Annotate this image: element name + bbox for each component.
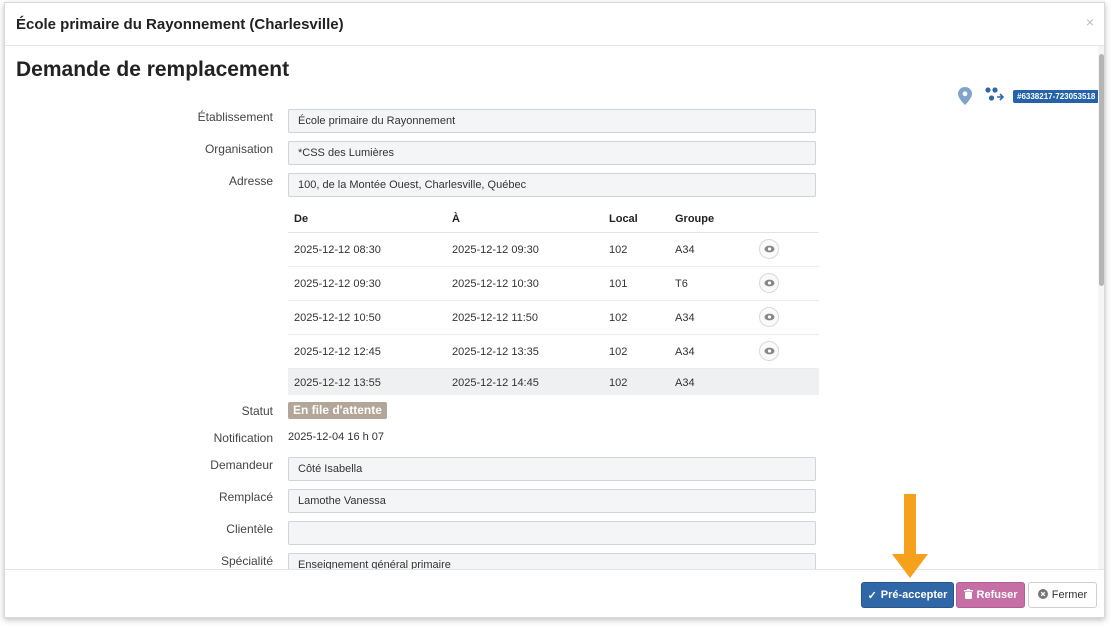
col-header-groupe: Groupe <box>675 213 715 225</box>
cell-local: 102 <box>609 346 628 358</box>
modal-header: École primaire du Rayonnement (Charlesvi… <box>5 3 1104 46</box>
cell-a: 2025-12-12 14:45 <box>452 377 539 389</box>
refuse-label: Refuser <box>976 589 1018 601</box>
specialite-field[interactable]: Enseignement général primaire <box>288 553 816 569</box>
cell-local: 102 <box>609 244 628 256</box>
cell-groupe: T6 <box>675 278 688 290</box>
pin-icon[interactable] <box>958 87 972 105</box>
table-row: 2025-12-12 09:30 2025-12-12 10:30 101 T6 <box>288 267 819 301</box>
notification-label: Notification <box>213 431 273 445</box>
cell-a: 2025-12-12 13:35 <box>452 346 539 358</box>
cell-a: 2025-12-12 11:50 <box>452 312 539 324</box>
adresse-label: Adresse <box>228 174 273 188</box>
close-circle-icon <box>1037 588 1048 602</box>
pre-accept-label: Pré-accepter <box>880 589 948 601</box>
etablissement-label: Établissement <box>197 110 273 124</box>
col-header-a: À <box>452 213 460 225</box>
cell-de: 2025-12-12 09:30 <box>294 278 381 290</box>
scrollbar-thumb[interactable] <box>1099 54 1104 286</box>
cell-a: 2025-12-12 09:30 <box>452 244 539 256</box>
eye-icon[interactable] <box>759 239 779 259</box>
close-button[interactable]: Fermer <box>1028 582 1097 608</box>
remplace-label: Remplacé <box>218 490 273 504</box>
cell-groupe: A34 <box>675 346 695 358</box>
cell-de: 2025-12-12 12:45 <box>294 346 381 358</box>
clientele-label: Clientèle <box>226 522 273 536</box>
eye-icon[interactable] <box>759 341 779 361</box>
col-header-de: De <box>294 213 309 225</box>
table-row: 2025-12-12 12:45 2025-12-12 13:35 102 A3… <box>288 335 819 369</box>
modal-body[interactable]: Demande de remplacement #6338217-7230535… <box>5 46 1104 569</box>
cell-groupe: A34 <box>675 244 695 256</box>
cell-groupe: A34 <box>675 377 695 389</box>
close-icon[interactable]: × <box>1086 14 1094 30</box>
remplace-field[interactable]: Lamothe Vanessa <box>288 489 816 513</box>
cell-de: 2025-12-12 10:50 <box>294 312 381 324</box>
cell-local: 102 <box>609 377 628 389</box>
col-header-local: Local <box>609 213 638 225</box>
modal-footer: ✓ Pré-accepter Refuser Fermer <box>5 569 1104 617</box>
schedule-header-row: De À Local Groupe <box>288 206 819 233</box>
notification-value: 2025-12-04 16 h 07 <box>288 431 385 443</box>
statut-label: Statut <box>241 404 273 418</box>
adresse-field[interactable]: 100, de la Montée Ouest, Charlesville, Q… <box>288 173 816 197</box>
demandeur-field[interactable]: Côté Isabella <box>288 457 816 481</box>
scrollbar[interactable] <box>1098 46 1104 569</box>
table-row: 2025-12-12 08:30 2025-12-12 09:30 102 A3… <box>288 233 819 267</box>
page-title: Demande de remplacement <box>16 58 290 81</box>
share-icon[interactable] <box>984 86 1004 104</box>
specialite-label: Spécialité <box>220 554 273 568</box>
pre-accept-button[interactable]: ✓ Pré-accepter <box>861 582 954 608</box>
cell-local: 102 <box>609 312 628 324</box>
organisation-label: Organisation <box>204 142 273 156</box>
request-id-badge[interactable]: #6338217-723053518 <box>1013 90 1100 103</box>
clientele-field[interactable] <box>288 521 816 545</box>
etablissement-field[interactable]: École primaire du Rayonnement <box>288 109 816 133</box>
table-row: 2025-12-12 13:55 2025-12-12 14:45 102 A3… <box>288 369 819 395</box>
modal-title: École primaire du Rayonnement (Charlesvi… <box>16 16 344 33</box>
cell-groupe: A34 <box>675 312 695 324</box>
organisation-field[interactable]: *CSS des Lumières <box>288 141 816 165</box>
demandeur-label: Demandeur <box>210 458 273 472</box>
arrow-down-icon <box>892 494 928 578</box>
close-label: Fermer <box>1051 589 1088 601</box>
cell-de: 2025-12-12 08:30 <box>294 244 381 256</box>
trash-icon <box>963 588 973 602</box>
cell-a: 2025-12-12 10:30 <box>452 278 539 290</box>
check-icon: ✓ <box>867 589 877 602</box>
table-row: 2025-12-12 10:50 2025-12-12 11:50 102 A3… <box>288 301 819 335</box>
status-badge: En file d'attente <box>288 402 387 419</box>
cell-local: 101 <box>609 278 628 290</box>
eye-icon[interactable] <box>759 307 779 327</box>
schedule-table: De À Local Groupe 2025-12-12 08:30 2025-… <box>288 206 819 395</box>
refuse-button[interactable]: Refuser <box>956 582 1025 608</box>
replacement-modal: École primaire du Rayonnement (Charlesvi… <box>4 2 1105 618</box>
cell-de: 2025-12-12 13:55 <box>294 377 381 389</box>
eye-icon[interactable] <box>759 273 779 293</box>
